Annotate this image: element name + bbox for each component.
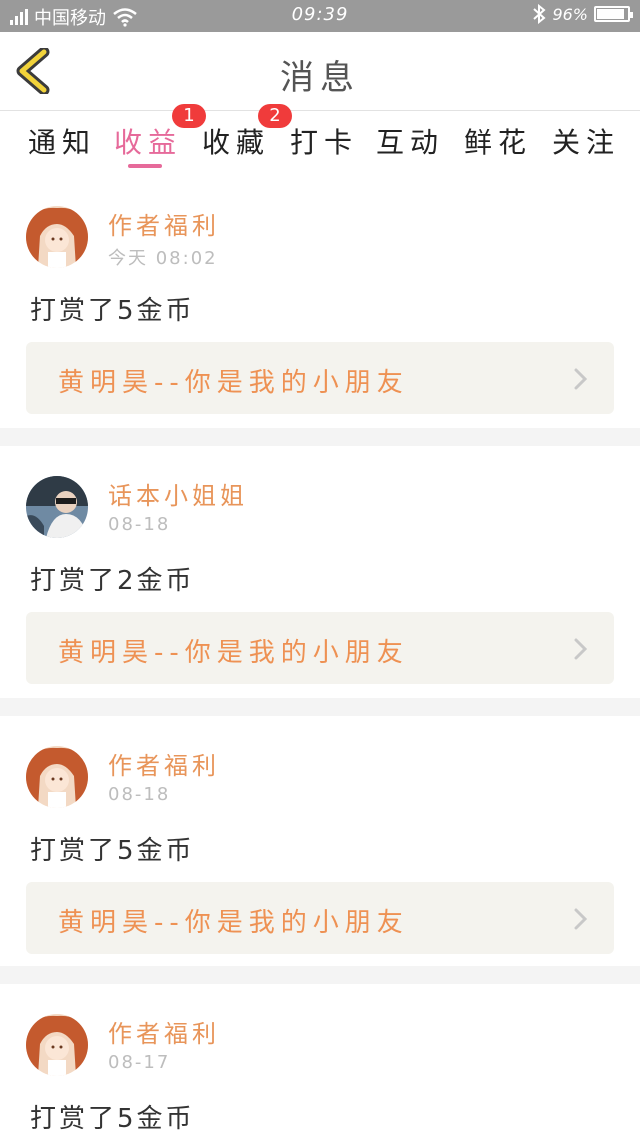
message-item[interactable]: 作者福利 08-18 打赏了5金币 黄明昊--你是我的小朋友 [0, 716, 640, 968]
tab-interaction[interactable]: 互动 [376, 121, 444, 161]
quote-text: 黄明昊--你是我的小朋友 [58, 368, 409, 398]
message-item[interactable]: 话本小姐姐 08-18 打赏了2金币 黄明昊--你是我的小朋友 [0, 446, 640, 698]
tab-notice[interactable]: 通知 [28, 121, 96, 161]
tab-checkin[interactable]: 打卡 [290, 121, 358, 161]
message-time: 今天 08:02 [108, 248, 218, 269]
status-bar: 中国移动 09:39 96% [0, 0, 640, 32]
page-title: 消息 [280, 58, 360, 98]
message-text: 打赏了5金币 [30, 1104, 195, 1134]
message-item[interactable]: 作者福利 08-17 打赏了5金币 [0, 984, 640, 1138]
avatar[interactable] [26, 206, 88, 268]
sender-name: 话本小姐姐 [108, 482, 248, 510]
avatar-boy-image [26, 476, 88, 538]
avatar[interactable] [26, 1014, 88, 1076]
section-divider [0, 698, 640, 716]
avatar[interactable] [26, 746, 88, 808]
message-text: 打赏了5金币 [30, 836, 195, 866]
chevron-right-icon [574, 908, 588, 930]
header: 消息 [0, 32, 640, 111]
message-text: 打赏了5金币 [30, 296, 195, 326]
bluetooth-icon [533, 4, 546, 24]
tab-follow[interactable]: 关注 [552, 121, 620, 161]
avatar-girl-image [26, 1014, 88, 1076]
quote-text: 黄明昊--你是我的小朋友 [58, 638, 409, 668]
message-time: 08-17 [108, 1052, 171, 1073]
sender-name: 作者福利 [108, 752, 220, 780]
battery-fill [597, 9, 624, 19]
message-text: 打赏了2金币 [30, 566, 195, 596]
status-right: 96% [532, 4, 633, 24]
quote-text: 黄明昊--你是我的小朋友 [58, 908, 409, 938]
message-time: 08-18 [108, 514, 171, 535]
battery-icon [594, 6, 633, 22]
chevron-right-icon [574, 368, 588, 390]
sender-name: 作者福利 [108, 1020, 220, 1048]
avatar-girl-image [26, 746, 88, 808]
message-time: 08-18 [108, 784, 171, 805]
avatar-girl-image [26, 206, 88, 268]
quote-link[interactable]: 黄明昊--你是我的小朋友 [26, 612, 614, 684]
avatar[interactable] [26, 476, 88, 538]
battery-percent: 96% [552, 4, 588, 24]
tab-bar: 通知 收益 收藏 打卡 互动 鲜花 关注 [0, 111, 640, 173]
sender-name: 作者福利 [108, 212, 220, 240]
tab-earnings-badge: 1 [172, 104, 206, 128]
tab-favorites-badge: 2 [258, 104, 292, 128]
section-divider [0, 428, 640, 446]
quote-link[interactable]: 黄明昊--你是我的小朋友 [26, 882, 614, 954]
tab-earnings[interactable]: 收益 [114, 121, 182, 161]
quote-link[interactable]: 黄明昊--你是我的小朋友 [26, 342, 614, 414]
section-divider [0, 966, 640, 984]
message-item[interactable]: 作者福利 今天 08:02 打赏了5金币 黄明昊--你是我的小朋友 [0, 176, 640, 428]
active-tab-indicator [128, 164, 162, 168]
tab-flowers[interactable]: 鲜花 [464, 121, 532, 161]
tab-favorites[interactable]: 收藏 [202, 121, 270, 161]
chevron-right-icon [574, 638, 588, 660]
